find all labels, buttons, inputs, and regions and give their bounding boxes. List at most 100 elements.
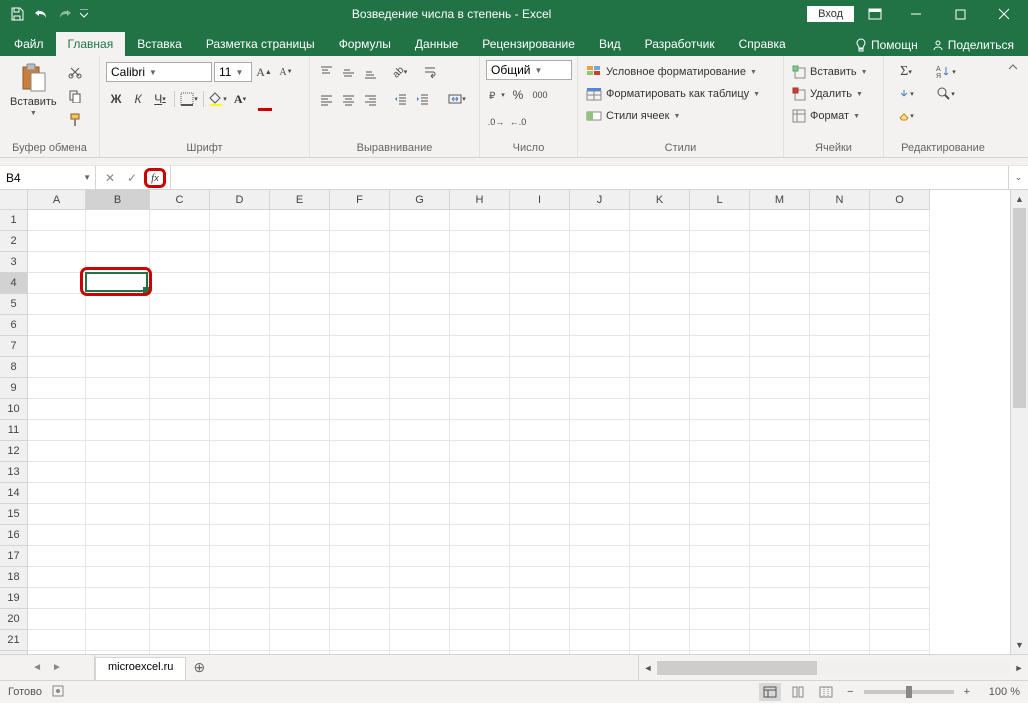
cell[interactable]: [86, 315, 150, 336]
cell[interactable]: [330, 315, 390, 336]
cell[interactable]: [390, 315, 450, 336]
cell[interactable]: [870, 294, 930, 315]
cell[interactable]: [570, 462, 630, 483]
cell[interactable]: [870, 504, 930, 525]
cell[interactable]: [270, 336, 330, 357]
bold-button[interactable]: Ж: [106, 89, 126, 109]
cancel-formula-button[interactable]: ✕: [100, 168, 120, 188]
cell[interactable]: [750, 315, 810, 336]
cell[interactable]: [630, 210, 690, 231]
cell[interactable]: [630, 609, 690, 630]
cell[interactable]: [150, 315, 210, 336]
cell[interactable]: [150, 588, 210, 609]
cell[interactable]: [150, 609, 210, 630]
cell[interactable]: [570, 441, 630, 462]
cell[interactable]: [28, 609, 86, 630]
page-break-view-button[interactable]: [815, 683, 837, 701]
delete-cells-button[interactable]: Удалить▼: [790, 84, 865, 104]
column-header[interactable]: J: [570, 190, 630, 210]
cell[interactable]: [450, 420, 510, 441]
vertical-scrollbar[interactable]: ▲ ▼: [1010, 190, 1028, 654]
cell[interactable]: [150, 210, 210, 231]
cell[interactable]: [210, 441, 270, 462]
cell[interactable]: [270, 378, 330, 399]
cell[interactable]: [630, 483, 690, 504]
cell[interactable]: [810, 252, 870, 273]
paste-button[interactable]: Вставить ▼: [6, 60, 61, 119]
macro-record-icon[interactable]: [52, 685, 64, 700]
cell[interactable]: [690, 504, 750, 525]
cell[interactable]: [390, 588, 450, 609]
cell[interactable]: [510, 294, 570, 315]
cell[interactable]: [810, 567, 870, 588]
select-all-button[interactable]: [0, 190, 28, 210]
cell[interactable]: [86, 609, 150, 630]
cell[interactable]: [510, 315, 570, 336]
cell[interactable]: [270, 252, 330, 273]
align-bottom-button[interactable]: [360, 62, 380, 82]
cell[interactable]: [150, 546, 210, 567]
cell[interactable]: [330, 378, 390, 399]
orientation-button[interactable]: ab▾: [390, 62, 410, 82]
cell[interactable]: [630, 567, 690, 588]
cell[interactable]: [810, 483, 870, 504]
cell[interactable]: [750, 399, 810, 420]
cell[interactable]: [28, 252, 86, 273]
cell[interactable]: [150, 441, 210, 462]
cell[interactable]: [750, 483, 810, 504]
collapse-ribbon-button[interactable]: [1002, 56, 1024, 157]
tab-data[interactable]: Данные: [403, 32, 470, 56]
cell[interactable]: [150, 252, 210, 273]
cell[interactable]: [450, 252, 510, 273]
cell[interactable]: [210, 294, 270, 315]
cell[interactable]: [270, 588, 330, 609]
cell[interactable]: [150, 378, 210, 399]
cell[interactable]: [750, 609, 810, 630]
cell[interactable]: [150, 525, 210, 546]
cell[interactable]: [390, 273, 450, 294]
cell[interactable]: [270, 504, 330, 525]
cell[interactable]: [510, 273, 570, 294]
cell[interactable]: [510, 504, 570, 525]
cell[interactable]: [690, 315, 750, 336]
column-header[interactable]: M: [750, 190, 810, 210]
cell[interactable]: [810, 378, 870, 399]
column-header[interactable]: G: [390, 190, 450, 210]
formula-input[interactable]: [171, 166, 1008, 189]
cell[interactable]: [750, 630, 810, 651]
column-header[interactable]: A: [28, 190, 86, 210]
cell[interactable]: [630, 378, 690, 399]
scroll-left-button[interactable]: ◄: [639, 663, 657, 673]
cell[interactable]: [28, 441, 86, 462]
cell[interactable]: [570, 588, 630, 609]
signin-button[interactable]: Вход: [807, 6, 854, 22]
cell[interactable]: [570, 420, 630, 441]
cell[interactable]: [330, 231, 390, 252]
cell[interactable]: [750, 567, 810, 588]
cell[interactable]: [690, 357, 750, 378]
cell[interactable]: [510, 651, 570, 654]
cell[interactable]: [630, 231, 690, 252]
cell[interactable]: [390, 546, 450, 567]
font-color-button[interactable]: A▾: [230, 89, 250, 109]
cell[interactable]: [330, 588, 390, 609]
cell[interactable]: [630, 294, 690, 315]
cell[interactable]: [750, 357, 810, 378]
tab-developer[interactable]: Разработчик: [633, 32, 727, 56]
cell[interactable]: [450, 441, 510, 462]
conditional-formatting-button[interactable]: Условное форматирование▼: [584, 62, 759, 82]
wrap-text-button[interactable]: [420, 62, 440, 82]
scroll-up-button[interactable]: ▲: [1011, 190, 1028, 208]
cell[interactable]: [330, 567, 390, 588]
cell[interactable]: [270, 294, 330, 315]
cell[interactable]: [690, 567, 750, 588]
tab-home[interactable]: Главная: [56, 32, 126, 56]
cell[interactable]: [330, 483, 390, 504]
cell[interactable]: [750, 588, 810, 609]
cell[interactable]: [870, 399, 930, 420]
cell[interactable]: [270, 567, 330, 588]
cell[interactable]: [210, 462, 270, 483]
cell[interactable]: [270, 357, 330, 378]
cell[interactable]: [150, 483, 210, 504]
cell[interactable]: [270, 273, 330, 294]
